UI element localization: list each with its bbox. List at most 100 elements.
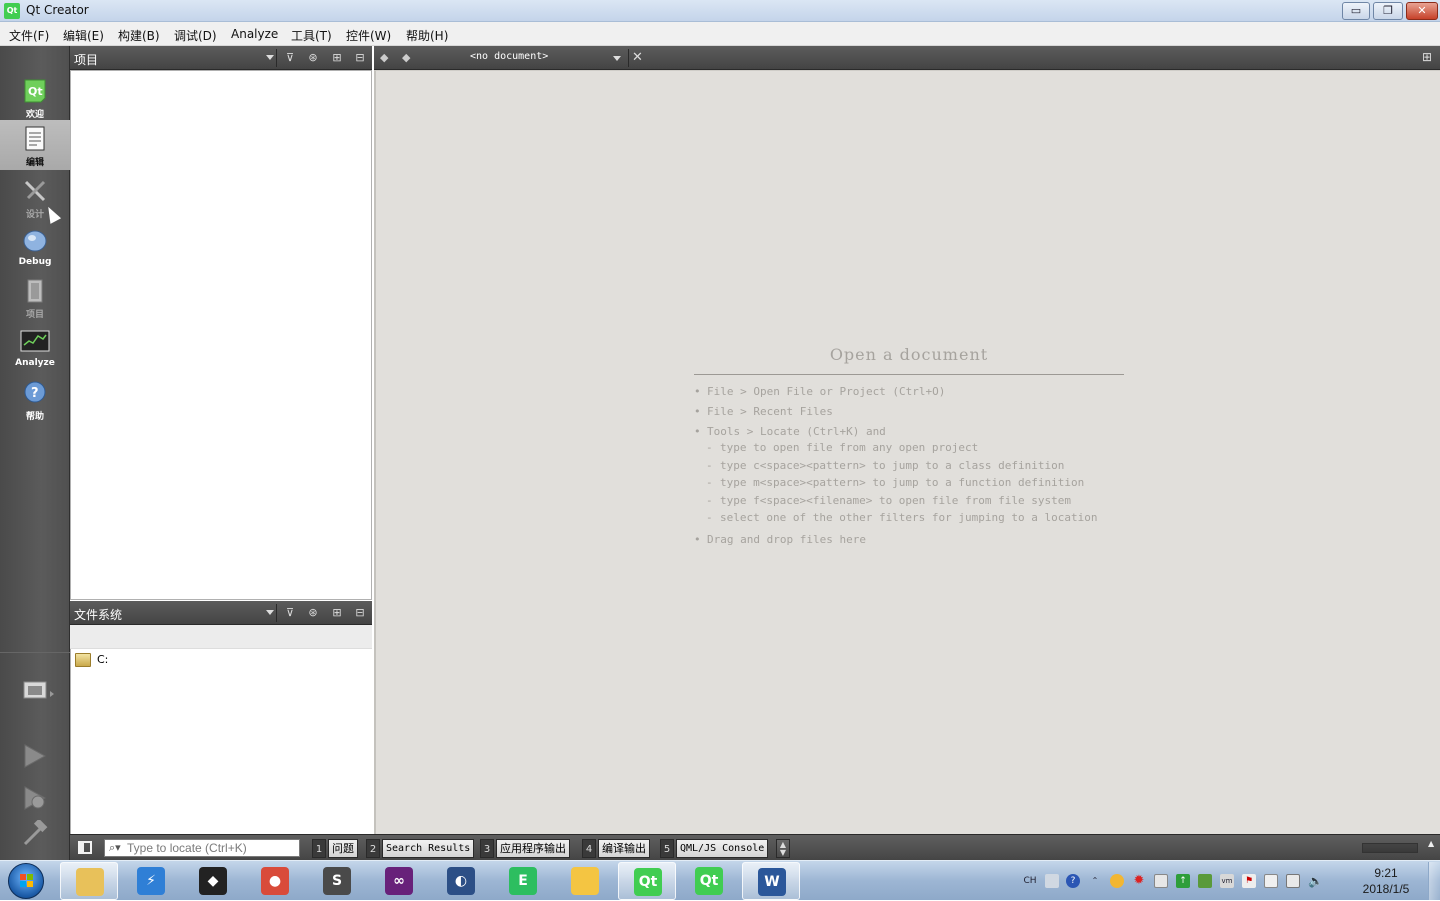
language-indicator[interactable]: CH — [1019, 874, 1041, 888]
mode-label: 欢迎 — [25, 110, 44, 120]
mode-projects[interactable]: 项目 — [0, 272, 70, 322]
vm-icon[interactable]: vm — [1220, 874, 1234, 888]
taskbar-app-chrome[interactable]: ● — [246, 862, 304, 900]
projects-pane-title[interactable]: 项目 — [74, 51, 98, 68]
start-button[interactable] — [8, 863, 44, 899]
mode-selector: Qt 欢迎 编辑 设计 Debug 项目 Analyze ? 帮助 — [0, 46, 70, 860]
split-pane-icon[interactable]: ⊞ — [328, 605, 346, 621]
antivirus-icon[interactable]: ✹ — [1132, 874, 1146, 888]
mode-analyze[interactable]: Analyze — [0, 323, 70, 373]
close-button[interactable]: ✕ — [1406, 2, 1438, 20]
kit-selector-button[interactable] — [20, 678, 54, 706]
split-pane-icon[interactable]: ⊞ — [328, 50, 346, 66]
show-desktop-button[interactable] — [1428, 862, 1440, 900]
taskbar-app-thunder[interactable]: ⚡ — [122, 862, 180, 900]
close-pane-icon[interactable]: ⊟ — [351, 50, 369, 66]
more-panes-stepper-icon[interactable]: ▲ ▼ — [776, 839, 790, 858]
visual-studio-icon: ∞ — [385, 867, 413, 895]
taskbar-app-sublime[interactable]: S — [308, 862, 366, 900]
help-tray-icon[interactable]: ? — [1066, 874, 1080, 888]
project-tree[interactable] — [70, 70, 372, 600]
mode-label: Debug — [18, 257, 52, 267]
chevron-up-icon[interactable]: ▲ — [1428, 839, 1434, 848]
system-tray: CH ? ⌃ ✹ ↑ vm ⚑ 🔈 — [1015, 861, 1355, 901]
project-wrench-icon — [23, 278, 47, 304]
mode-help[interactable]: ? 帮助 — [0, 374, 70, 424]
filesystem-path-bar[interactable] — [70, 625, 372, 649]
chevron-down-icon[interactable] — [266, 55, 274, 60]
minimize-button[interactable]: ▭ — [1342, 2, 1370, 20]
hint-item: Drag and drop files here — [694, 533, 1124, 547]
filesystem-tree[interactable]: C: — [70, 649, 372, 834]
filesystem-pane-title[interactable]: 文件系统 — [74, 606, 122, 623]
filter-icon[interactable]: ⊽ — [281, 50, 299, 66]
clock[interactable]: 9:21 2018/1/5 — [1356, 865, 1416, 897]
editor-area[interactable]: Open a document File > Open File or Proj… — [374, 70, 1440, 834]
back-arrow-icon[interactable]: ◆ — [380, 51, 388, 64]
chevron-down-icon[interactable] — [266, 610, 274, 615]
search-icon: ⌕▾ — [109, 841, 121, 854]
taskbar-app-unity[interactable]: ◆ — [184, 862, 242, 900]
filter-icon[interactable]: ⊽ — [281, 605, 299, 621]
chevron-down-icon[interactable] — [613, 56, 621, 61]
tray-expand-icon[interactable]: ⌃ — [1088, 874, 1102, 888]
taskbar-app-folder-app[interactable] — [556, 862, 614, 900]
toggle-sidebar-icon[interactable] — [78, 841, 92, 854]
eclipse-icon: ◐ — [447, 867, 475, 895]
weather-icon[interactable] — [1110, 874, 1124, 888]
mode-label: Analyze — [15, 358, 55, 368]
status-output-bar: ⌕▾ 1 问题 2 Search Results 3 应用程序输出 4 编译输出… — [70, 834, 1440, 860]
close-pane-icon[interactable]: ⊟ — [351, 605, 369, 621]
hint-item: Tools > Locate (Ctrl+K) and — [694, 425, 1124, 439]
close-document-icon[interactable]: ✕ — [628, 49, 646, 67]
computer-kit-icon — [23, 681, 54, 699]
taskbar-app-qt-creator[interactable]: Qt — [618, 862, 676, 900]
volume-icon[interactable]: 🔈 — [1308, 874, 1323, 888]
clock-time: 9:21 — [1374, 866, 1398, 880]
menu-controls[interactable]: 控件(W) — [346, 27, 391, 44]
taskbar-app-eclipse[interactable]: ◐ — [432, 862, 490, 900]
taskbar-app-visual-studio[interactable]: ∞ — [370, 862, 428, 900]
network-icon[interactable] — [1286, 874, 1300, 888]
unity-icon: ◆ — [199, 867, 227, 895]
taskbar-app-evernote[interactable]: E — [494, 862, 552, 900]
menu-help[interactable]: 帮助(H) — [406, 27, 448, 44]
hint-item: File > Open File or Project (Ctrl+O) — [694, 385, 1124, 399]
tab-number: 1 — [312, 839, 326, 858]
maximize-button[interactable]: ❐ — [1373, 2, 1403, 20]
locator[interactable]: ⌕▾ — [104, 839, 300, 857]
split-editor-icon[interactable]: ⊞ — [1422, 50, 1432, 64]
flag-red-icon[interactable]: ⚑ — [1242, 874, 1256, 888]
menu-analyze[interactable]: Analyze — [231, 27, 278, 41]
locator-input[interactable] — [127, 840, 297, 856]
menu-edit[interactable]: 编辑(E) — [63, 27, 104, 44]
keyboard-icon[interactable] — [1045, 874, 1059, 888]
menu-debug[interactable]: 调试(D) — [174, 27, 217, 44]
menu-bar: 文件(F) 编辑(E) 构建(B) 调试(D) Analyze 工具(T) 控件… — [0, 22, 1440, 46]
menu-file[interactable]: 文件(F) — [9, 27, 49, 44]
mode-debug[interactable]: Debug — [0, 222, 70, 272]
taskbar-app-word[interactable]: W — [742, 862, 800, 900]
sublime-icon: S — [323, 867, 351, 895]
debug-run-button[interactable] — [20, 784, 50, 812]
sync-link-icon[interactable]: ⊛ — [304, 605, 322, 621]
mode-welcome[interactable]: Qt 欢迎 — [0, 72, 70, 122]
display-icon[interactable] — [1154, 874, 1168, 888]
security-shield-icon[interactable] — [1198, 874, 1212, 888]
sync-link-icon[interactable]: ⊛ — [304, 50, 322, 66]
menu-tools[interactable]: 工具(T) — [291, 27, 332, 44]
windows-logo-icon — [20, 874, 34, 888]
open-documents-combo[interactable]: <no document> — [470, 51, 548, 62]
hint-subitem: type c<space><pattern> to jump to a clas… — [694, 457, 1124, 475]
forward-arrow-icon[interactable]: ◆ — [402, 51, 410, 64]
drive-label: C: — [97, 653, 109, 666]
taskbar-app-explorer[interactable] — [60, 862, 118, 900]
menu-build[interactable]: 构建(B) — [118, 27, 160, 44]
clipboard-icon[interactable] — [1264, 874, 1278, 888]
help-question-icon: ? — [23, 380, 47, 406]
update-arrow-icon[interactable]: ↑ — [1176, 874, 1190, 888]
run-button[interactable] — [20, 742, 50, 770]
taskbar-app-qt-designer[interactable]: Qt — [680, 862, 738, 900]
mode-edit[interactable]: 编辑 — [0, 120, 70, 170]
build-button[interactable] — [20, 818, 50, 848]
